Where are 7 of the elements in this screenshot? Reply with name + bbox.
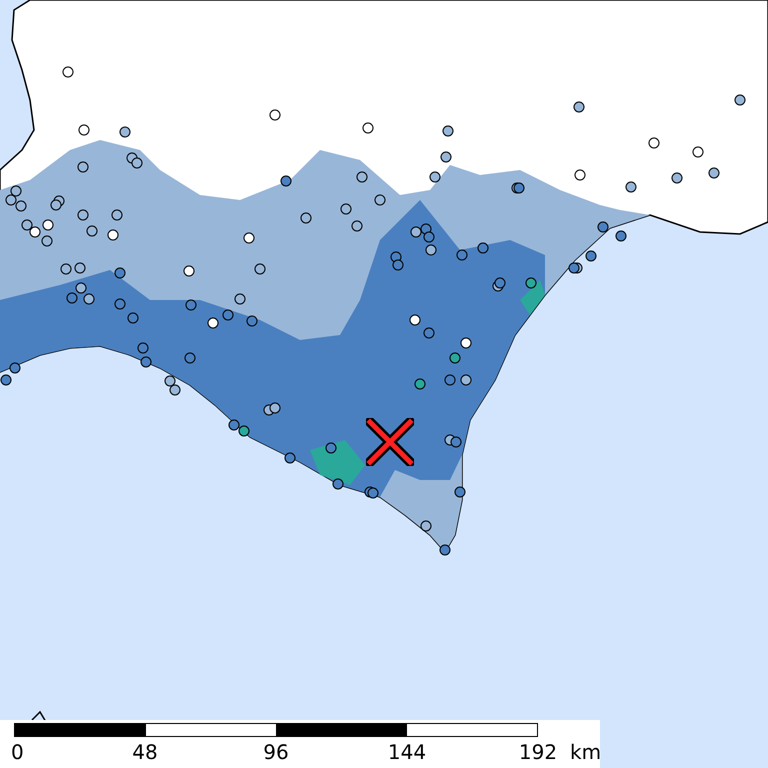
scale-label: 0 xyxy=(11,739,24,766)
scale-label: 192 xyxy=(518,739,558,766)
scale-label: 96 xyxy=(263,739,289,766)
scale-unit: km xyxy=(570,739,602,766)
scale-label: 144 xyxy=(388,739,426,766)
scale-label: 48 xyxy=(132,739,158,766)
epicenter-cross-icon xyxy=(366,418,414,466)
